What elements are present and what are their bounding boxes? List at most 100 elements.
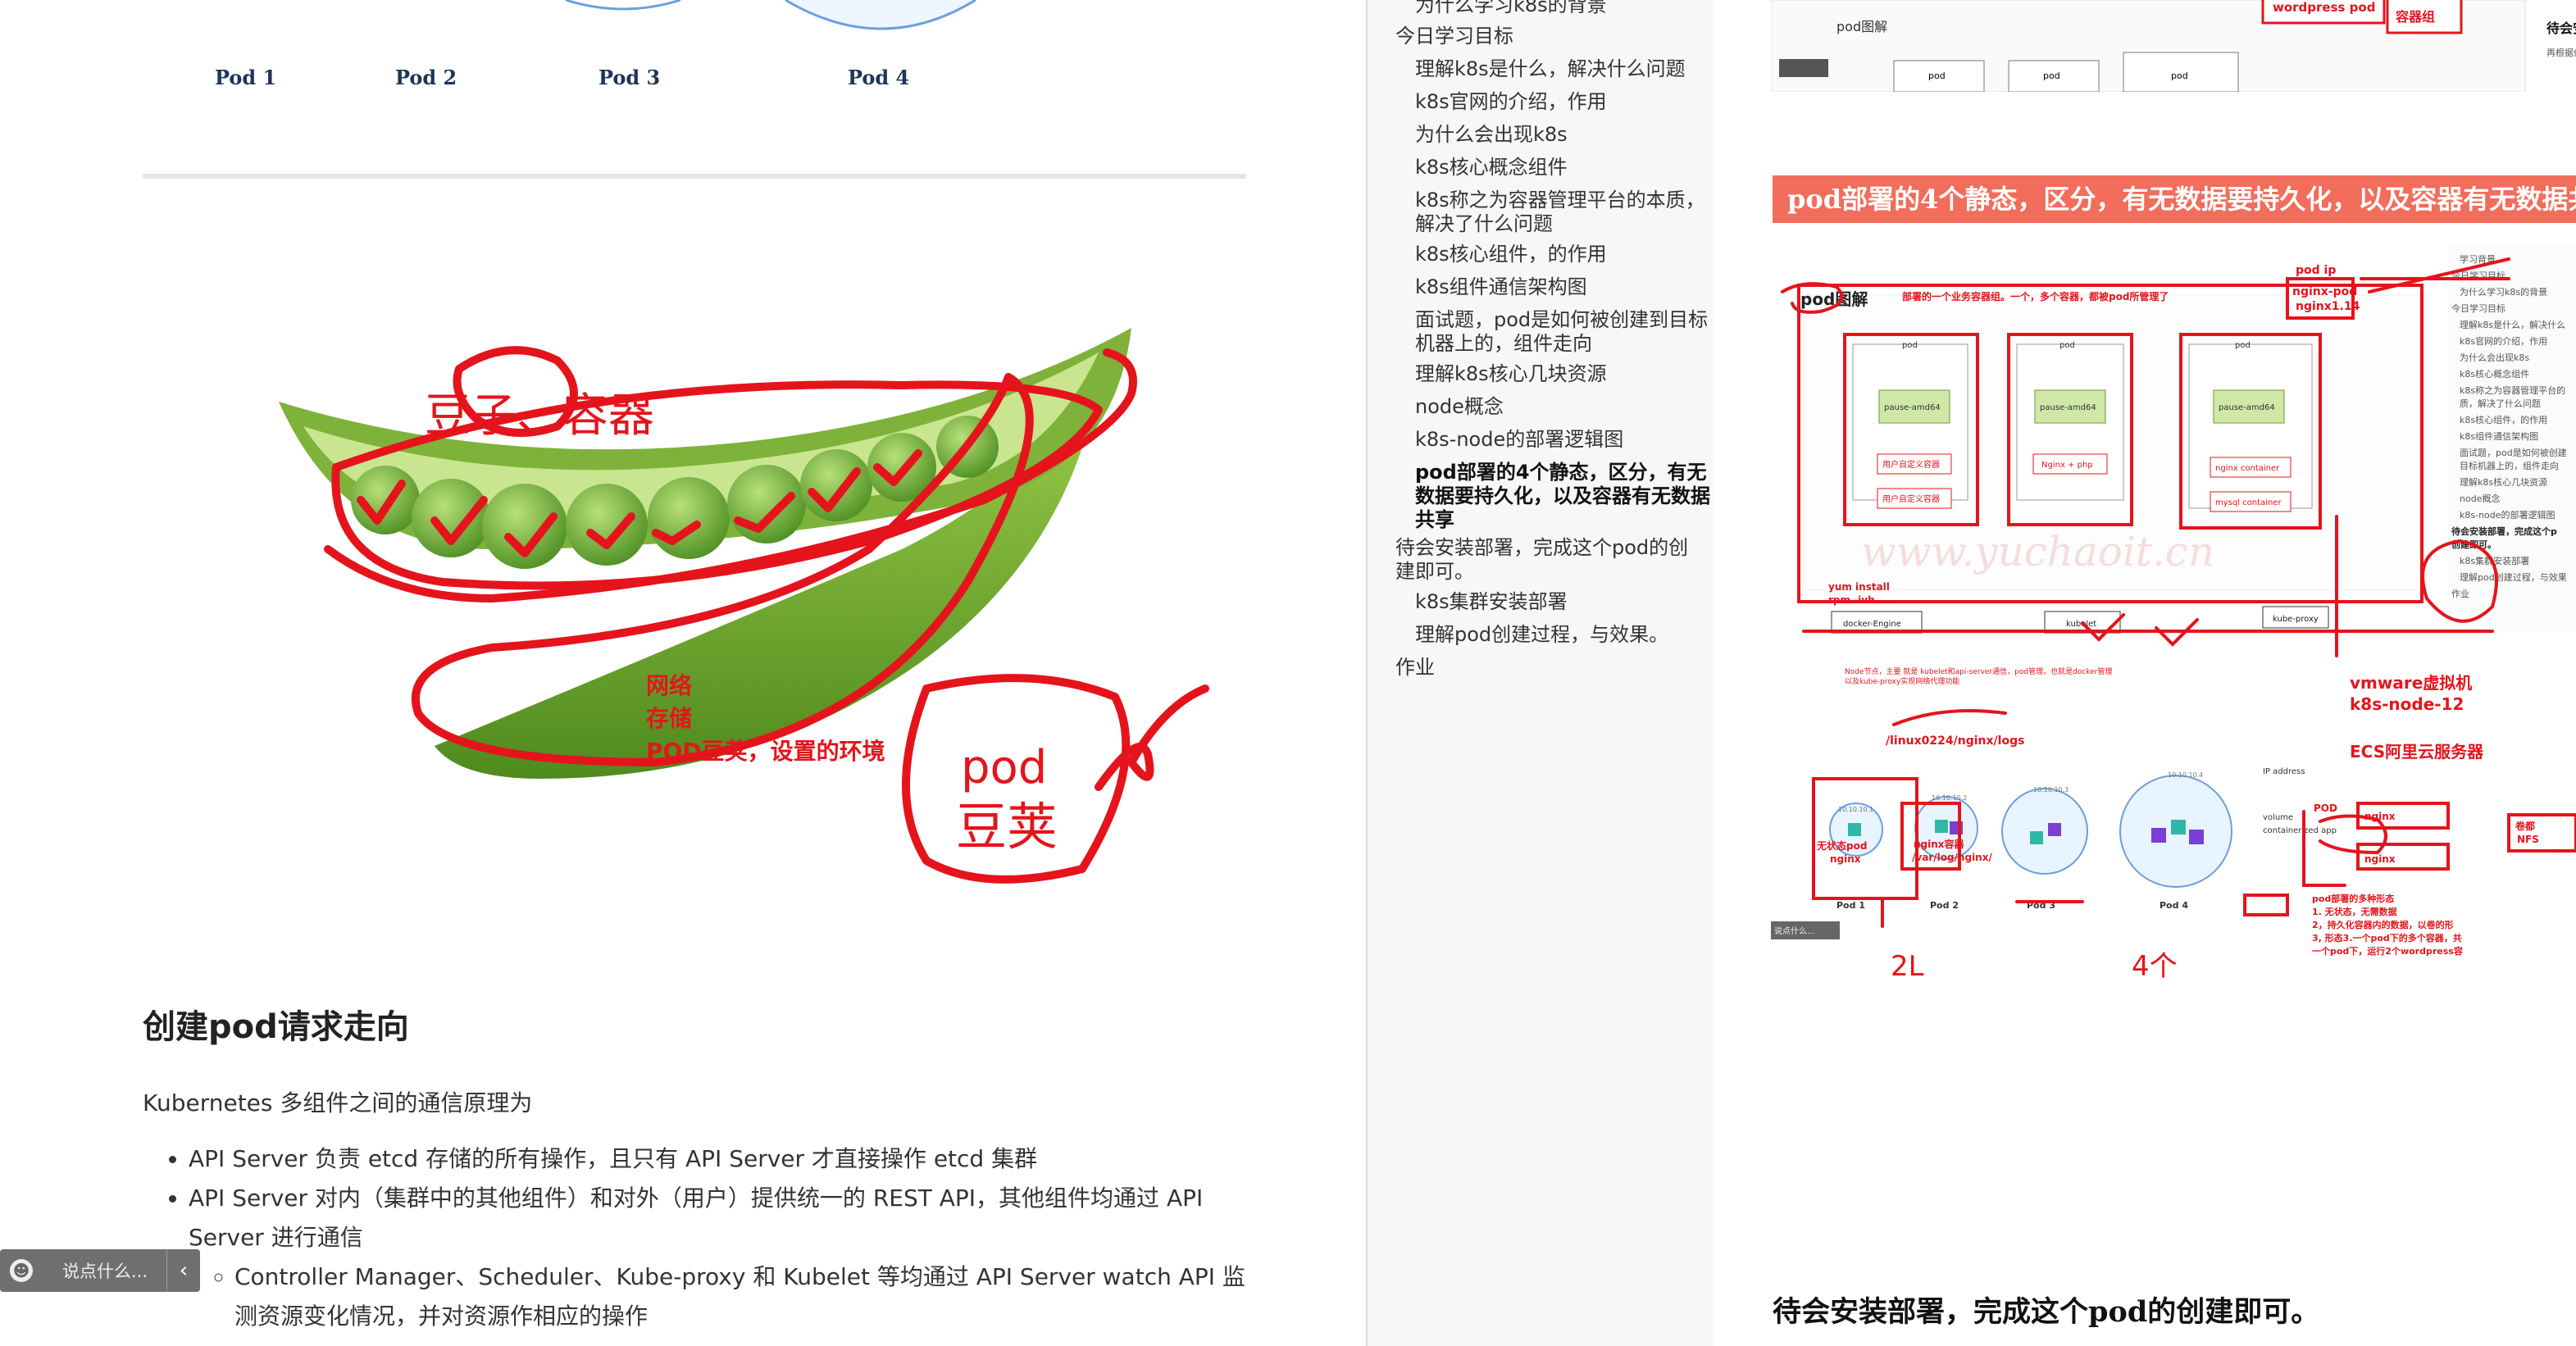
collapse-chevron-icon[interactable]: ‹ — [166, 1249, 200, 1292]
nginx-version-label: nginx1.14 — [2296, 300, 2360, 313]
forms-2: 2，持久化容器内的数据，以卷的形 — [2312, 919, 2454, 930]
annot-net: 网络 — [646, 672, 692, 699]
svg-text:k8s核心概念组件: k8s核心概念组件 — [2460, 368, 2529, 380]
kube-proxy-box: kube-proxy — [2273, 615, 2319, 624]
svg-text:作业: 作业 — [2451, 589, 2469, 599]
toc-item[interactable]: 作业 — [1395, 656, 1691, 680]
pod4-label: Pod 4 — [2160, 900, 2188, 911]
nginx-log-label: /var/log/nginx/ — [1912, 852, 1992, 863]
toc-item[interactable]: 理解k8s是什么，解决什么问题 — [1415, 57, 1710, 81]
watermark: www.yuchaoit.cn — [1861, 528, 2214, 575]
sub-bullet-item: Controller Manager、Scheduler、Kube-proxy … — [234, 1257, 1246, 1336]
svg-text:面试题，pod是如何被创建: 面试题，pod是如何被创建 — [2460, 447, 2567, 458]
toc-item[interactable]: k8s-node的部署逻辑图 — [1415, 428, 1710, 452]
svg-text:理解pod创建过程，与效果: 理解pod创建过程，与效果 — [2460, 571, 2567, 583]
pod2-label: Pod 2 — [1930, 900, 1959, 911]
forms-3: 3, 形态3.一个pod下的多个容器，共 — [2312, 932, 2462, 944]
top-thumbnail: pod图解 wordpress pod 容器组 pod pod pod 待会安装… — [1771, 0, 2576, 92]
svg-text:目标机器上的，组件走向: 目标机器上的，组件走向 — [2460, 460, 2559, 471]
nginx-php-box: Nginx + php — [2041, 461, 2093, 470]
toc-item[interactable]: 为什么会出现k8s — [1415, 123, 1710, 147]
pause-box: pause-amd64 — [1884, 403, 1941, 412]
intro-paragraph: Kubernetes 多组件之间的通信原理为 — [143, 1089, 533, 1116]
toc-item[interactable]: 为什么学习k8s的背景 — [1415, 0, 1710, 17]
toc-item[interactable]: k8s官网的介绍，作用 — [1415, 90, 1710, 114]
nfs-line-1: 卷都 — [2515, 820, 2535, 832]
pod-word: pod — [1902, 341, 1918, 350]
nfs-line-2: NFS — [2517, 834, 2539, 845]
thumb-side-title: 待会安装部 — [2546, 20, 2576, 36]
annot-beans: 豆子、容器 — [425, 389, 654, 443]
thumb-pod: pod — [2043, 70, 2060, 81]
stateless-label: 无状态pod — [1816, 839, 1867, 852]
toc-item[interactable]: 今日学习目标 — [1395, 25, 1691, 48]
pod-label-4: Pod 4 — [848, 66, 910, 89]
svg-text:待会安装部署，完成这个p: 待会安装部署，完成这个p — [2451, 525, 2557, 537]
pause-box: pause-amd64 — [2040, 403, 2096, 412]
nginx-box-2: nginx — [2364, 853, 2396, 865]
svg-text:k8s官网的介绍，作用: k8s官网的介绍，作用 — [2460, 335, 2547, 347]
user-container-2: 用户自定义容器 — [1882, 493, 1940, 504]
docker-engine-box: docker-Engine — [1843, 620, 1901, 629]
comment-widget[interactable]: ☻ 说点什么... ‹ — [0, 1249, 200, 1292]
pod1-label: Pod 1 — [1836, 900, 1865, 911]
annot-pod-pea: 豆荚 — [956, 797, 1058, 857]
nginx-container-box: nginx container — [2215, 464, 2280, 473]
section-heading: 创建pod请求走向 — [143, 1008, 409, 1046]
mysql-container-box: mysql container — [2215, 498, 2282, 507]
volume-label: volume — [2263, 813, 2293, 822]
pod2-ip: 10.10.10.2 — [1932, 794, 1967, 802]
thumb-side-text: 再根据创建的效果，再 — [2546, 47, 2576, 58]
annot-storage: 存储 — [646, 705, 692, 732]
forms-title: pod部署的多种形态 — [2312, 893, 2394, 904]
section-divider — [143, 174, 1246, 179]
ecs-label: ECS阿里云服务器 — [2350, 742, 2484, 762]
svg-text:k8s组件通信架构图: k8s组件通信架构图 — [2460, 430, 2538, 442]
thumb-pod: pod — [2171, 70, 2188, 81]
toc-item-active[interactable]: pod部署的4个静态，区分，有无数据要持久化，以及容器有无数据共享 — [1415, 461, 1710, 532]
svg-text:为什么会出现k8s: 为什么会出现k8s — [2460, 352, 2529, 363]
right-pane: pod图解 wordpress pod 容器组 pod pod pod 待会安装… — [1714, 0, 2576, 1346]
vmware-label: vmware虚拟机 — [2350, 673, 2472, 693]
toc-item[interactable]: 面试题，pod是如何被创建到目标机器上的，组件走向 — [1415, 308, 1710, 356]
diagram-subtitle: 部署的一个业务容器组。一个，多个容器，都被pod所管理了 — [1902, 290, 2169, 302]
comment-input[interactable]: 说点什么... — [62, 1258, 166, 1283]
pod-label-2: Pod 2 — [395, 66, 457, 89]
pod-diagram-image: 学习背景 今日学习目标 为什么学习k8s的背景 今日学习目标 理解k8s是什么，… — [1771, 246, 2576, 992]
pod-label-1: Pod 1 — [215, 66, 277, 89]
pod-circles-top — [565, 0, 976, 30]
hand-number-2: 4个 — [2132, 950, 2178, 983]
toc-item[interactable]: k8s核心组件，的作用 — [1415, 243, 1710, 266]
toc-item[interactable]: k8s称之为容器管理平台的本质，解决了什么问题 — [1415, 189, 1710, 236]
nginx-pod-label: nginx-pod — [2292, 285, 2357, 298]
toc-item[interactable]: k8s核心概念组件 — [1415, 156, 1710, 180]
pod-word: pod — [2235, 341, 2251, 350]
svg-text:质，解决了什么问题: 质，解决了什么问题 — [2460, 398, 2541, 409]
svg-text:k8s-node的部署逻辑图: k8s-node的部署逻辑图 — [2460, 509, 2556, 521]
node-label: k8s-node-12 — [2350, 694, 2464, 714]
svg-text:node概念: node概念 — [2460, 493, 2500, 504]
toc-item[interactable]: node概念 — [1415, 395, 1710, 419]
smiley-icon[interactable]: ☻ — [10, 1259, 33, 1282]
node-note-2: 以及kube-proxy实现网络代理功能 — [1845, 676, 1959, 686]
nginx-label: nginx — [1830, 853, 1861, 865]
forms-4: 一个pod下，运行2个wordpress容 — [2312, 945, 2463, 957]
pod-word: pod — [2059, 341, 2075, 350]
annot-pod: pod — [961, 741, 1047, 794]
nginx-container-label: nginx容器 — [1914, 838, 1965, 850]
hand-number-1: 2L — [1891, 950, 1924, 983]
toc-item[interactable]: k8s集群安装部署 — [1415, 590, 1710, 614]
svg-text:为什么学习k8s的背景: 为什么学习k8s的背景 — [2460, 286, 2547, 298]
ip-address-label: IP address — [2263, 767, 2305, 776]
bullet-item: API Server 对内（集群中的其他组件）和对外（用户）提供统一的 REST… — [189, 1179, 1246, 1336]
log-path-label: /linux0224/nginx/logs — [1886, 734, 2024, 748]
bullet-item: API Server 负责 etcd 存储的所有操作，且只有 API Serve… — [189, 1139, 1246, 1179]
pea-pod-image: 豆子、容器 网络 存储 POD豆荚，设置的环境 pod 豆荚 — [279, 328, 1209, 884]
toc-item[interactable]: 待会安装部署，完成这个pod的创建即可。 — [1395, 536, 1691, 584]
toc-sidebar: 为什么学习k8s的背景 今日学习目标 理解k8s是什么，解决什么问题 k8s官网… — [1366, 0, 1716, 1346]
toc-item[interactable]: 理解k8s核心几块资源 — [1415, 362, 1710, 386]
toc-item[interactable]: 理解pod创建过程，与效果。 — [1415, 623, 1710, 647]
toc-item[interactable]: k8s组件通信架构图 — [1415, 275, 1710, 299]
sub-bullet-list: Controller Manager、Scheduler、Kube-proxy … — [189, 1257, 1246, 1336]
node-note-1: Node节点，主要 就是 kubelet和api-server通信，pod管理，… — [1845, 666, 2112, 676]
